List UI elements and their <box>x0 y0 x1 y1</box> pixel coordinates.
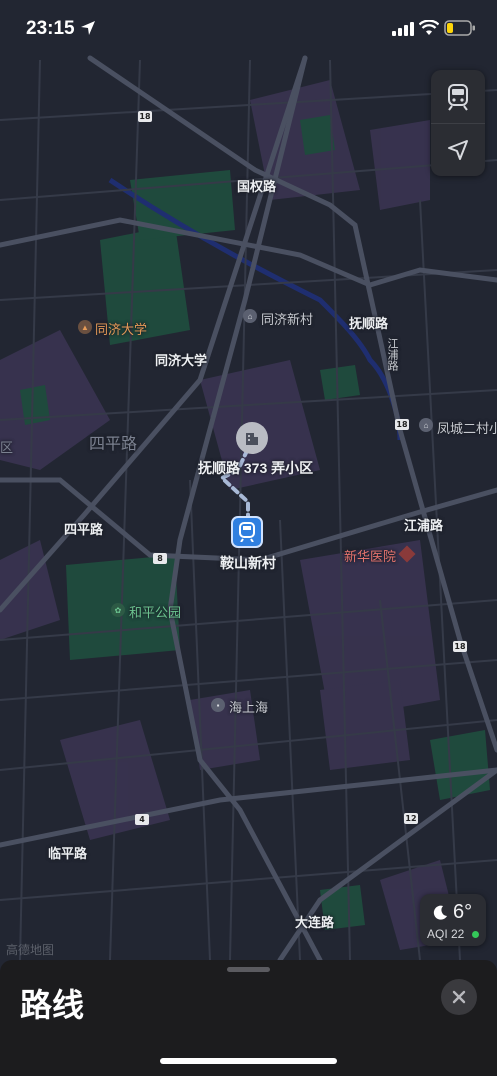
road-shield: 12 <box>404 813 418 824</box>
locate-me-button[interactable] <box>431 123 485 176</box>
map-controls <box>431 70 485 176</box>
wifi-icon <box>419 20 439 35</box>
map-attribution: 高德地图 <box>6 943 55 957</box>
road-label: 江浦路 <box>404 518 444 533</box>
destination-label[interactable]: 抚顺路 373 弄小区 <box>198 458 313 478</box>
road-label: 抚顺路 <box>349 316 389 331</box>
aqi-status-dot <box>472 931 479 938</box>
road-label: 同济大学 <box>155 353 208 368</box>
building-icon <box>246 433 258 445</box>
district-label: 四平路 <box>89 436 138 453</box>
weather-widget[interactable]: 6° AQI 22 <box>420 894 486 946</box>
road-label: 临平路 <box>48 846 88 861</box>
cellular-signal-icon <box>392 22 414 36</box>
road-label: 国权路 <box>237 179 277 194</box>
road-label: 四平路 <box>64 522 104 537</box>
university-icon: ▲ <box>78 320 92 334</box>
moon-icon <box>433 905 447 920</box>
status-time: 23:15 <box>26 18 75 39</box>
poi-label[interactable]: 海上海 <box>229 697 268 716</box>
road-shield: 18 <box>395 419 409 430</box>
station-label[interactable]: 鞍山新村 <box>220 553 276 573</box>
park-icon: ✿ <box>111 603 125 617</box>
location-arrow-icon <box>448 139 468 160</box>
location-services-icon <box>81 21 95 35</box>
weather-aqi: AQI 22 <box>427 927 465 941</box>
poi-label[interactable]: 凤城二村小 <box>437 418 497 437</box>
sheet-grabber[interactable] <box>227 967 270 972</box>
metro-icon <box>239 522 255 542</box>
close-icon <box>452 990 466 1004</box>
residential-icon: ⌂ <box>243 309 257 323</box>
road-shield: 18 <box>453 641 467 652</box>
home-indicator[interactable] <box>160 1058 337 1064</box>
sheet-title: 路线 <box>20 987 85 1023</box>
poi-label[interactable]: 同济新村 <box>261 309 313 328</box>
close-button[interactable] <box>441 979 477 1015</box>
battery-icon <box>444 20 475 36</box>
building-icon: ▪ <box>211 698 225 712</box>
metro-station-marker[interactable] <box>231 516 263 548</box>
poi-label[interactable]: 新华医院 <box>344 546 396 565</box>
road-shield: 4 <box>135 814 149 825</box>
directions-sheet[interactable]: 路线 <box>0 960 497 1076</box>
poi-label[interactable]: 和平公园 <box>129 602 181 621</box>
road-shield: 8 <box>153 553 167 564</box>
weather-temperature: 6° <box>453 901 473 923</box>
residential-icon: ⌂ <box>419 418 433 432</box>
transit-mode-button[interactable] <box>431 70 485 124</box>
road-shield: 18 <box>138 111 152 122</box>
road-label: 大连路 <box>295 915 335 930</box>
train-icon <box>448 83 468 111</box>
road-label: 江浦路 <box>386 338 398 371</box>
status-bar: 23:15 <box>0 0 497 58</box>
district-label: 区 <box>0 440 14 455</box>
poi-label[interactable]: 同济大学 <box>95 319 147 338</box>
destination-marker[interactable] <box>236 422 268 454</box>
